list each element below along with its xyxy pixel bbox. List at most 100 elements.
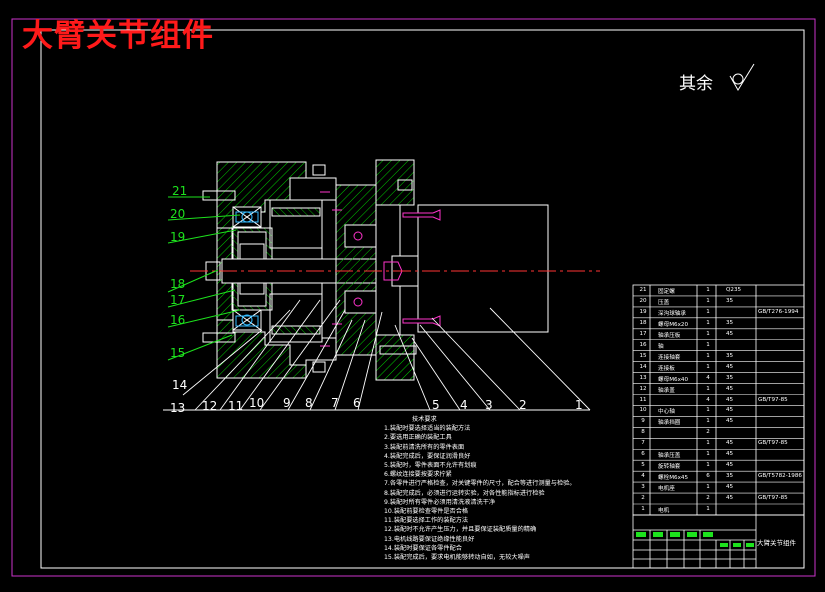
tech-requirements: 技术要求 1.装配时要选择适当的装配方法 2.要选用正确的装配工具 3.装配前清洗所… <box>384 415 576 562</box>
bom-cell-no: 19 <box>639 308 647 315</box>
bom-cell-name: 螺栓M6x45 <box>658 475 689 482</box>
bom-cell-name: 中心轴 <box>658 409 675 416</box>
callout-bottom-12: 12 <box>202 399 218 413</box>
bom-cell-name: 螺母M6x20 <box>658 321 689 328</box>
tech-requirement-item: 13.电机线路要保证绝缘性能良好 <box>384 535 475 543</box>
bom-row: 6 轴承压盖 1 45 <box>633 449 804 460</box>
bom-cell-mat: 45 <box>726 484 734 491</box>
bom-cell-no: 5 <box>641 462 645 469</box>
bom-cell-qty: 1 <box>706 506 710 512</box>
tech-requirement-item: 6.螺纹连接要按要求拧紧 <box>384 471 452 479</box>
bom-cell-name: 螺母M6x40 <box>658 376 689 383</box>
bom-row: 16 轴 1 <box>633 340 804 351</box>
bom-cell-std: GB/T97-85 <box>758 396 788 403</box>
tech-requirement-item: 11.装配要选择工作的装配方法 <box>384 517 469 525</box>
tech-requirement-item: 7.各零件进行严格检查，对关键零件的尺寸，配合等进行测量与检验。 <box>384 480 576 488</box>
bom-cell-name: 连接板 <box>658 365 675 372</box>
bom-cell-mat: 45 <box>726 495 734 502</box>
bom-row: 17 轴承压板 1 45 <box>633 329 804 340</box>
bom-cell-no: 1 <box>641 506 645 512</box>
bom-cell-qty: 1 <box>706 297 710 304</box>
bom-row: 9 轴承挡圈 1 45 <box>633 416 804 427</box>
bom-cell-no: 21 <box>639 287 647 293</box>
bom-cell-qty: 1 <box>706 330 710 337</box>
bom-cell-no: 4 <box>641 473 645 480</box>
callout-bottom-13: 13 <box>170 401 186 415</box>
bom-cell-no: 8 <box>641 429 645 436</box>
bom-cell-mat: 35 <box>726 473 734 480</box>
bom-cell-std: GB/T5782-1986 <box>758 473 802 480</box>
bom-cell-mat: 45 <box>726 451 734 458</box>
tech-requirement-item: 1.装配时要选择适当的装配方法 <box>384 425 471 433</box>
callout-bottom-3: 3 <box>485 398 493 412</box>
tech-requirement-item: 12.装配时不允许产生压力，并且要保证装配质量的精确 <box>384 526 537 534</box>
tech-requirement-item: 3.装配前清洗所有的零件表面 <box>384 443 465 451</box>
bom-cell-mat: 45 <box>726 330 734 337</box>
bom-cell-mat: 35 <box>726 374 734 381</box>
tech-requirement-item: 5.装配时，零件表面不允许有划痕 <box>384 462 477 470</box>
callout-bottom-7: 7 <box>331 396 339 410</box>
bom-cell-qty: 2 <box>706 429 710 436</box>
bom-cell-mat: 35 <box>726 319 734 326</box>
tech-requirement-item: 9.装配时所有零件必须用清洗液清洗干净 <box>384 498 496 506</box>
roughness-label: 其余 <box>679 74 713 94</box>
callout-left-19: 19 <box>170 230 186 244</box>
callout-bottom-1: 1 <box>575 398 583 412</box>
bom-cell-qty: 4 <box>706 396 710 403</box>
bom-cell-qty: 1 <box>706 287 710 293</box>
callout-bottom-11: 11 <box>228 399 244 413</box>
bom-cell-mat: 45 <box>726 462 734 469</box>
tech-requirement-item: 2.要选用正确的装配工具 <box>384 434 452 442</box>
bom-cell-no: 2 <box>641 495 645 502</box>
bom-cell-no: 20 <box>639 297 647 304</box>
bom-row: 18 螺母M6x20 1 35 <box>633 318 804 329</box>
callout-bottom-9: 9 <box>283 396 291 410</box>
bom-cell-name: 固定螺 <box>658 289 675 295</box>
bom-cell-no: 3 <box>641 484 645 491</box>
bom-cell-qty: 1 <box>706 352 710 359</box>
bom-cell-no: 17 <box>639 330 647 337</box>
bom-cell-qty: 1 <box>706 484 710 491</box>
bom-cell-qty: 1 <box>706 418 710 425</box>
bom-cell-name: 轴 <box>658 343 664 350</box>
bom-row: 5 旋转轴套 1 45 <box>633 460 804 471</box>
bom-cell-no: 16 <box>639 341 647 348</box>
bom-cell-qty: 1 <box>706 407 710 414</box>
bom-cell-qty: 1 <box>706 341 710 348</box>
callout-left-17: 17 <box>170 293 186 307</box>
bom-row: 1 电机 1 <box>633 504 804 515</box>
bom-row: 20 压盖 1 35 <box>633 296 804 307</box>
bom-row: 11 4 45 GB/T97-85 <box>633 395 804 406</box>
bom-row: 3 电机座 1 45 <box>633 482 804 493</box>
bom-row: 12 轴承盖 1 45 <box>633 384 804 395</box>
tech-requirement-item: 8.装配完成后，必须进行运转实验，对各性能指标进行检验 <box>384 489 545 497</box>
bom-row: 15 连接轴套 1 35 <box>633 351 804 362</box>
bom-cell-no: 14 <box>639 363 647 370</box>
callout-bottom-8: 8 <box>305 396 313 410</box>
bom-cell-qty: 1 <box>706 308 710 315</box>
tech-requirement-item: 4.装配完成后，要保证润滑良好 <box>384 452 471 460</box>
callout-left-15: 15 <box>170 346 186 360</box>
bom-cell-mat: Q235 <box>726 287 742 293</box>
bom-cell-qty: 2 <box>706 495 710 502</box>
callout-left-18: 18 <box>170 277 186 291</box>
surface-roughness-icon <box>729 63 755 91</box>
bom-cell-name: 连接轴套 <box>658 354 681 361</box>
callout-left-20: 20 <box>170 207 186 221</box>
callout-bottom-6: 6 <box>353 396 361 410</box>
bom-cell-name: 压盖 <box>658 299 670 306</box>
bom-cell-qty: 1 <box>706 451 710 458</box>
bom-cell-name: 轴承挡圈 <box>658 420 681 427</box>
callout-left-21: 21 <box>172 184 188 198</box>
bom-cell-std: GB/T97-85 <box>758 495 788 502</box>
bom-cell-name: 轴承盖 <box>658 387 675 394</box>
bom-cell-std: GB/T276-1994 <box>758 308 799 315</box>
bom-cell-name: 电机 <box>658 508 670 514</box>
tech-requirement-item: 14.装配时要保证各零件配合 <box>384 544 462 552</box>
bom-cell-no: 11 <box>639 396 647 403</box>
callout-bottom-14: 14 <box>172 378 188 392</box>
bom-cell-mat: 45 <box>726 363 734 370</box>
bom-row: 7 1 45 GB/T97-85 <box>633 438 804 449</box>
bom-cell-name: 深沟球轴承 <box>658 310 686 317</box>
bom-row: 82 <box>633 427 804 438</box>
